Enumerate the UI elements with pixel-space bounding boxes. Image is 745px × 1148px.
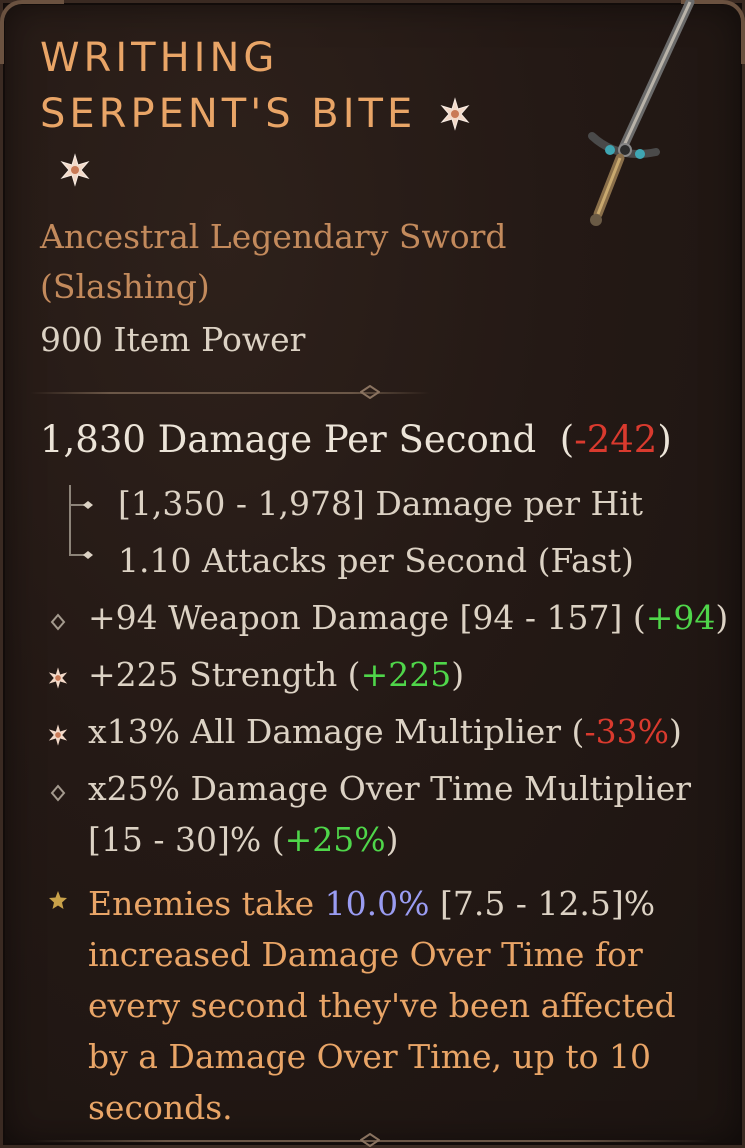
item-name-line1: WRITHING bbox=[40, 35, 279, 81]
affix-delta: +225 bbox=[360, 655, 452, 694]
item-name-line2: SERPENT'S BITE bbox=[40, 91, 417, 137]
dps-close-paren: ) bbox=[657, 418, 672, 461]
affix-dot-multiplier-line2: [15 - 30]% (+25%) bbox=[88, 820, 398, 859]
affix-strength: +225 Strength (+225) bbox=[88, 655, 464, 694]
title-flower-row bbox=[40, 142, 520, 198]
affix-text-line2: [15 - 30]% ( bbox=[88, 820, 285, 859]
affix-text-line1: x25% Damage Over Time Multiplier bbox=[88, 769, 692, 808]
item-type-line1: Ancestral Legendary Sword bbox=[40, 217, 507, 256]
legendary-text-part2: increased Damage Over Time for every sec… bbox=[88, 935, 676, 1127]
damage-per-second: 1,830 Damage Per Second (-242) bbox=[40, 418, 672, 461]
affix-delta: +25% bbox=[284, 820, 386, 859]
greater-affix-flower-icon bbox=[438, 97, 472, 131]
affix-all-damage-multiplier: x13% All Damage Multiplier (-33%) bbox=[88, 712, 682, 751]
affix-close-paren: ) bbox=[715, 598, 729, 637]
legendary-value: 10.0% bbox=[324, 884, 430, 923]
bottom-divider bbox=[30, 1133, 710, 1147]
detail-tree-connector-icon bbox=[69, 485, 93, 559]
diamond-bullet-icon bbox=[50, 784, 66, 802]
affix-dot-multiplier: x25% Damage Over Time Multiplier bbox=[88, 769, 691, 808]
legendary-range: [7.5 - 12.5]% bbox=[429, 884, 656, 923]
item-power: 900 Item Power bbox=[40, 320, 306, 359]
affix-close-paren: ) bbox=[668, 712, 682, 751]
dps-value: 1,830 Damage Per Second bbox=[40, 418, 537, 461]
affix-delta: -33% bbox=[584, 712, 669, 751]
legendary-text-part1: Enemies take bbox=[88, 884, 325, 923]
affix-close-paren: ) bbox=[451, 655, 465, 694]
item-tooltip-panel: WRITHING SERPENT'S BITE Ancestral Legend… bbox=[0, 0, 745, 1148]
sword-item-icon bbox=[588, 0, 695, 226]
dps-open-paren: ( bbox=[559, 418, 575, 461]
star-bullet-icon bbox=[49, 891, 67, 909]
section-divider bbox=[30, 385, 430, 399]
greater-affix-flower-icon bbox=[48, 667, 68, 689]
item-type-line2: (Slashing) bbox=[40, 267, 210, 306]
item-name-line2-row: SERPENT'S BITE bbox=[40, 86, 520, 142]
attacks-per-second: 1.10 Attacks per Second (Fast) bbox=[118, 541, 634, 580]
diamond-bullet-icon bbox=[50, 613, 66, 631]
affix-delta: +94 bbox=[645, 598, 716, 637]
item-name: WRITHING SERPENT'S BITE bbox=[40, 30, 520, 198]
affix-close-paren: ) bbox=[385, 820, 399, 859]
affix-text: x13% All Damage Multiplier ( bbox=[88, 712, 585, 751]
damage-per-hit: [1,350 - 1,978] Damage per Hit bbox=[118, 484, 644, 523]
legendary-power: Enemies take 10.0% [7.5 - 12.5]% increas… bbox=[88, 878, 708, 1133]
divider-ornament-icon bbox=[360, 1133, 380, 1147]
affix-text: +94 Weapon Damage [94 - 157] ( bbox=[88, 598, 646, 637]
greater-affix-flower-icon bbox=[48, 724, 68, 746]
affix-text: +225 Strength ( bbox=[88, 655, 361, 694]
dps-delta: -242 bbox=[574, 418, 658, 461]
greater-affix-flower-icon bbox=[58, 153, 92, 187]
item-type: Ancestral Legendary Sword (Slashing) bbox=[40, 212, 520, 312]
divider-ornament-icon bbox=[360, 385, 380, 399]
affix-weapon-damage: +94 Weapon Damage [94 - 157] (+94) bbox=[88, 598, 728, 637]
